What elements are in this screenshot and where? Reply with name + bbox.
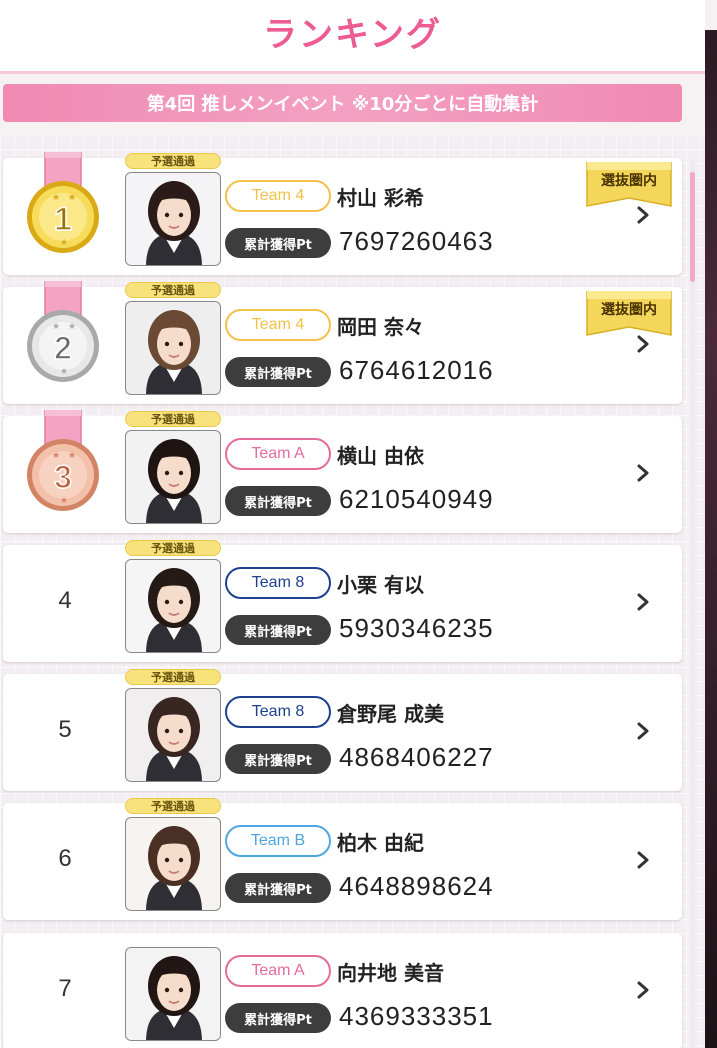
rank-number: 7 [58, 975, 72, 1002]
event-banner-text: 第4回 推しメンイベント ※10分ごとに自動集計 [146, 94, 539, 115]
points-label: 累計獲得Pt [225, 357, 331, 387]
member-name: 倉野尾 成美 [337, 702, 444, 726]
chevron-right-icon[interactable] [635, 205, 651, 225]
team-label: Team 4 [225, 180, 331, 212]
member-name: 向井地 美音 [337, 961, 444, 985]
svg-text:★: ★ [60, 496, 68, 506]
points-value: 4868406227 [339, 742, 494, 772]
member-photo [125, 688, 221, 782]
qualified-badge: 予選通過 [125, 282, 221, 298]
points-label: 累計獲得Pt [225, 744, 331, 774]
chevron-right-icon[interactable] [635, 592, 651, 612]
points-value: 7697260463 [339, 226, 494, 256]
selected-badge: 選抜圏内 [585, 162, 673, 212]
chevron-right-icon[interactable] [635, 463, 651, 483]
chevron-right-icon[interactable] [635, 721, 651, 741]
rank-number: 4 [58, 587, 72, 614]
svg-text:★: ★ [60, 238, 68, 248]
rank-medal-icon: ★ ★★1 [27, 152, 99, 253]
qualified-badge: 予選通過 [125, 540, 221, 556]
member-name: 岡田 奈々 [337, 315, 424, 339]
selected-badge-label: 選抜圏内 [601, 173, 657, 189]
svg-text:★: ★ [60, 367, 68, 377]
page-title: ランキング [263, 15, 442, 55]
points-label: 累計獲得Pt [225, 873, 331, 903]
points-label: 累計獲得Pt [225, 615, 331, 645]
points-value: 6210540949 [339, 484, 494, 514]
rank-number: 5 [58, 716, 72, 743]
background-edge [705, 30, 717, 1048]
member-photo [125, 947, 221, 1041]
selected-badge: 選抜圏内 [585, 291, 673, 341]
rank-number: 3 [54, 459, 72, 495]
ranking-card[interactable]: 6 予選通過 Team B 柏木 由紀 累計獲得Pt 4648898624 [3, 798, 682, 920]
member-photo [125, 172, 221, 266]
member-name: 横山 由依 [337, 444, 424, 468]
rank-medal-icon: ★ ★★2 [27, 281, 99, 382]
chevron-right-icon[interactable] [635, 980, 651, 1000]
ranking-card[interactable]: 7 Team A 向井地 美音 累計獲得Pt 4369333351 [3, 933, 682, 1048]
points-label: 累計獲得Pt [225, 486, 331, 516]
points-value: 6764612016 [339, 355, 494, 385]
points-value: 5930346235 [339, 613, 494, 643]
rank-number: 2 [54, 330, 72, 366]
member-photo [125, 430, 221, 524]
points-value: 4369333351 [339, 1001, 494, 1031]
team-label: Team B [225, 825, 331, 857]
ranking-card[interactable]: 5 予選通過 Team 8 倉野尾 成美 累計獲得Pt 4868406227 [3, 669, 682, 791]
qualified-badge: 予選通過 [125, 153, 221, 169]
selected-badge-label: 選抜圏内 [601, 302, 657, 318]
member-name: 小栗 有以 [337, 573, 424, 597]
ranking-card[interactable]: ★ ★ ★ 1 予選通過 Team 4 村山 彩希 累計獲得Pt 7697260463 選抜圏内 [3, 152, 682, 275]
rank-number: 1 [54, 201, 72, 237]
event-banner: 第4回 推しメンイベント ※10分ごとに自動集計 [3, 84, 682, 122]
chevron-right-icon[interactable] [635, 850, 651, 870]
ranking-card[interactable]: 4 予選通過 Team 8 小栗 有以 累計獲得Pt 5930346235 [3, 540, 682, 662]
page-header: ランキング [0, 0, 705, 74]
scrollbar[interactable] [690, 160, 695, 1048]
qualified-badge: 予選通過 [125, 411, 221, 427]
chevron-right-icon[interactable] [635, 334, 651, 354]
points-label: 累計獲得Pt [225, 228, 331, 258]
rank-number: 6 [58, 845, 72, 872]
team-label: Team A [225, 955, 331, 987]
qualified-badge: 予選通過 [125, 798, 221, 814]
ranking-card[interactable]: ★ ★ ★ 3 予選通過 Team A 横山 由依 累計獲得Pt 6210540949 [3, 410, 682, 533]
scrollbar-thumb[interactable] [690, 172, 695, 282]
team-label: Team A [225, 438, 331, 470]
member-name: 村山 彩希 [337, 186, 424, 210]
team-label: Team 4 [225, 309, 331, 341]
team-label: Team 8 [225, 696, 331, 728]
team-label: Team 8 [225, 567, 331, 599]
member-name: 柏木 由紀 [337, 831, 424, 855]
points-label: 累計獲得Pt [225, 1003, 331, 1033]
rank-medal-icon: ★ ★★3 [27, 410, 99, 511]
qualified-badge: 予選通過 [125, 669, 221, 685]
points-value: 4648898624 [339, 871, 494, 901]
member-photo [125, 817, 221, 911]
member-photo [125, 301, 221, 395]
ranking-card[interactable]: ★ ★ ★ 2 予選通過 Team 4 岡田 奈々 累計獲得Pt 6764612016 選抜圏内 [3, 281, 682, 404]
member-photo [125, 559, 221, 653]
